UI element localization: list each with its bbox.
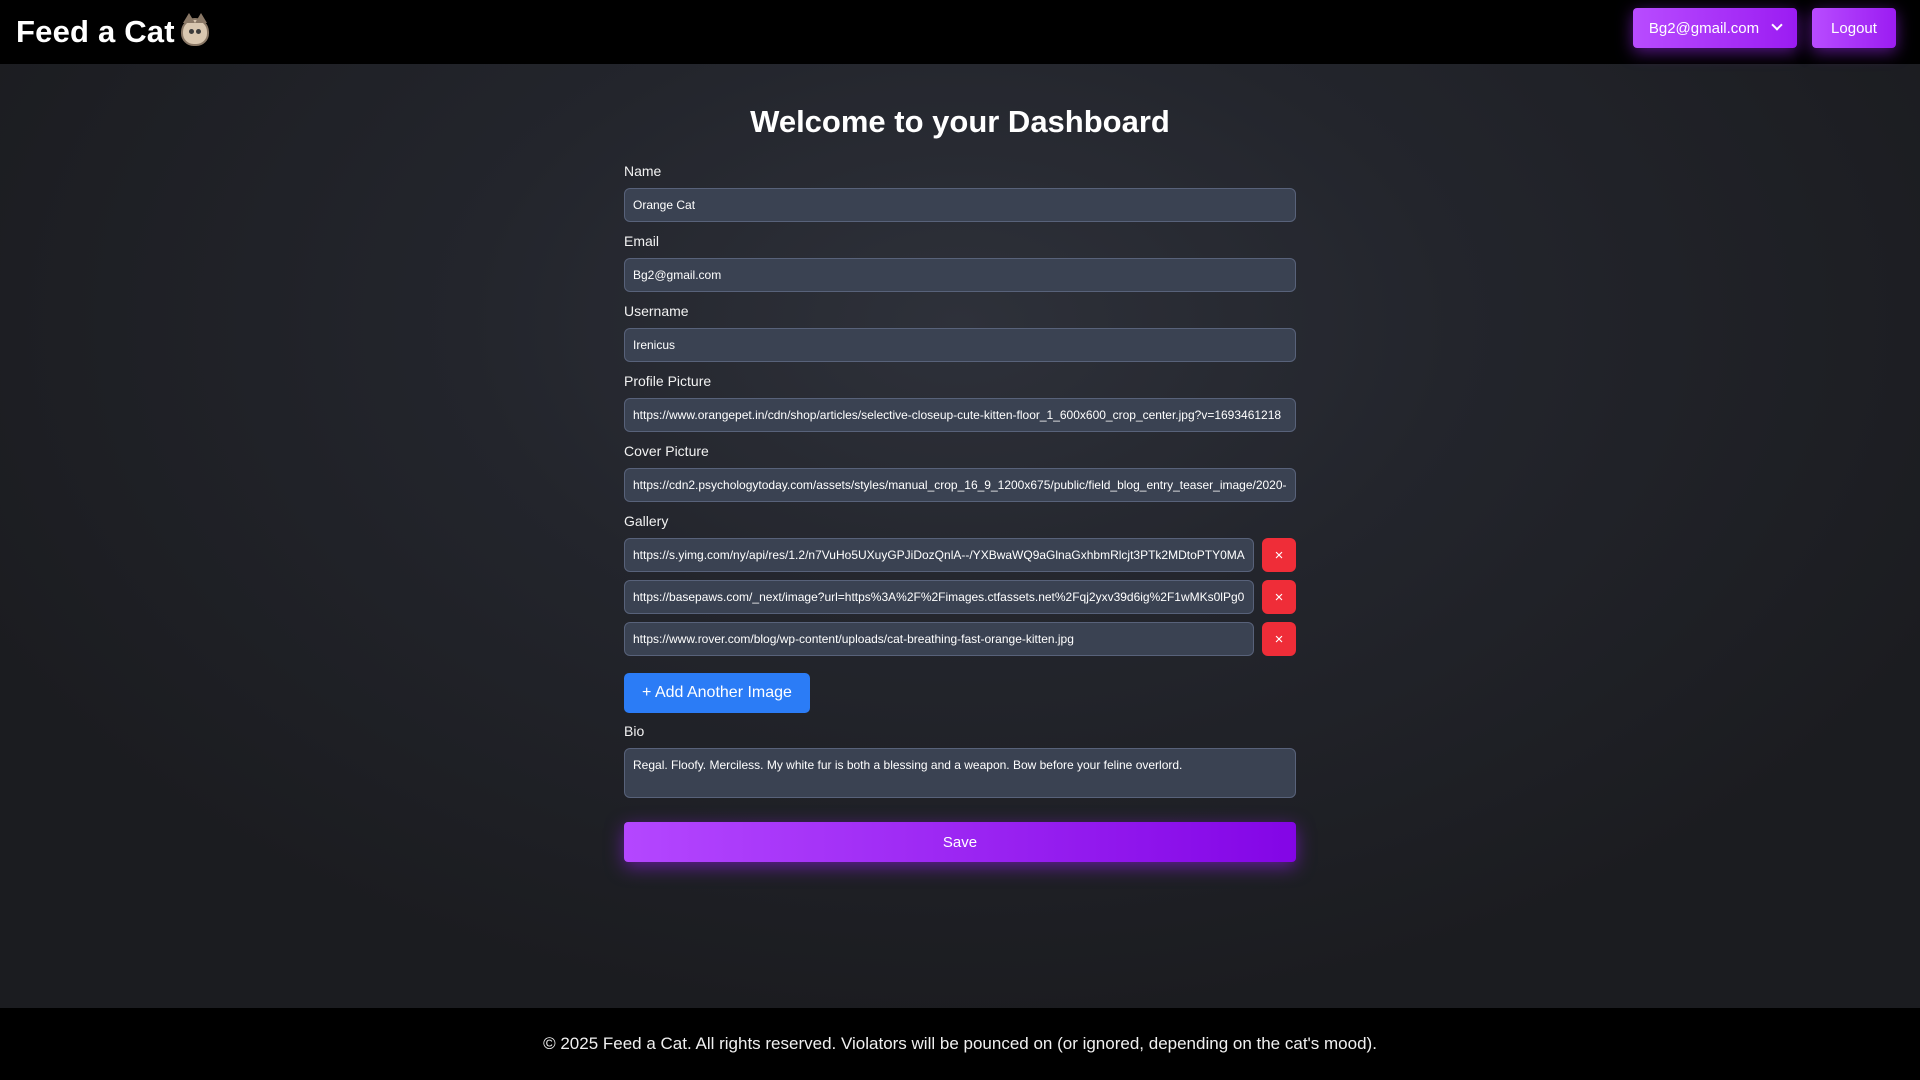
cat-face-icon bbox=[180, 13, 209, 46]
chevron-down-icon bbox=[1771, 19, 1783, 31]
cover-picture-label: Cover Picture bbox=[624, 443, 709, 459]
user-menu-button[interactable]: Bg2@gmail.com bbox=[1633, 8, 1797, 48]
save-button[interactable]: Save bbox=[624, 822, 1296, 862]
username-field[interactable] bbox=[624, 328, 1296, 362]
name-field[interactable] bbox=[624, 188, 1296, 222]
remove-image-button[interactable]: × bbox=[1262, 538, 1296, 572]
email-label: Email bbox=[624, 233, 660, 249]
footer: © 2025 Feed a Cat. All rights reserved. … bbox=[0, 1008, 1920, 1080]
logout-button[interactable]: Logout bbox=[1812, 8, 1896, 48]
gallery-url-field[interactable] bbox=[624, 538, 1254, 572]
email-field[interactable] bbox=[624, 258, 1296, 292]
brand-name: Feed a Cat bbox=[16, 14, 175, 49]
brand-logo[interactable]: Feed a Cat bbox=[16, 13, 209, 50]
footer-copyright: © 2025 Feed a Cat. All rights reserved. … bbox=[543, 1034, 1377, 1053]
cover-picture-field[interactable] bbox=[624, 468, 1296, 502]
profile-picture-field[interactable] bbox=[624, 398, 1296, 432]
gallery-url-field[interactable] bbox=[624, 580, 1254, 614]
add-image-button[interactable]: + Add Another Image bbox=[624, 673, 810, 713]
gallery-label: Gallery bbox=[624, 513, 669, 529]
bio-label: Bio bbox=[624, 723, 645, 739]
user-menu-label: Bg2@gmail.com bbox=[1648, 19, 1760, 37]
gallery-url-field[interactable] bbox=[624, 622, 1254, 656]
page-title: Welcome to your Dashboard bbox=[750, 104, 1170, 139]
remove-image-button[interactable]: × bbox=[1262, 580, 1296, 614]
top-navbar: Feed a Cat Bg2@gmail.com Logout bbox=[0, 0, 1920, 64]
username-label: Username bbox=[624, 303, 689, 319]
profile-picture-label: Profile Picture bbox=[624, 373, 712, 389]
bio-field[interactable]: Regal. Floofy. Merciless. My white fur i… bbox=[624, 748, 1296, 798]
name-label: Name bbox=[624, 163, 662, 179]
remove-image-button[interactable]: × bbox=[1262, 622, 1296, 656]
